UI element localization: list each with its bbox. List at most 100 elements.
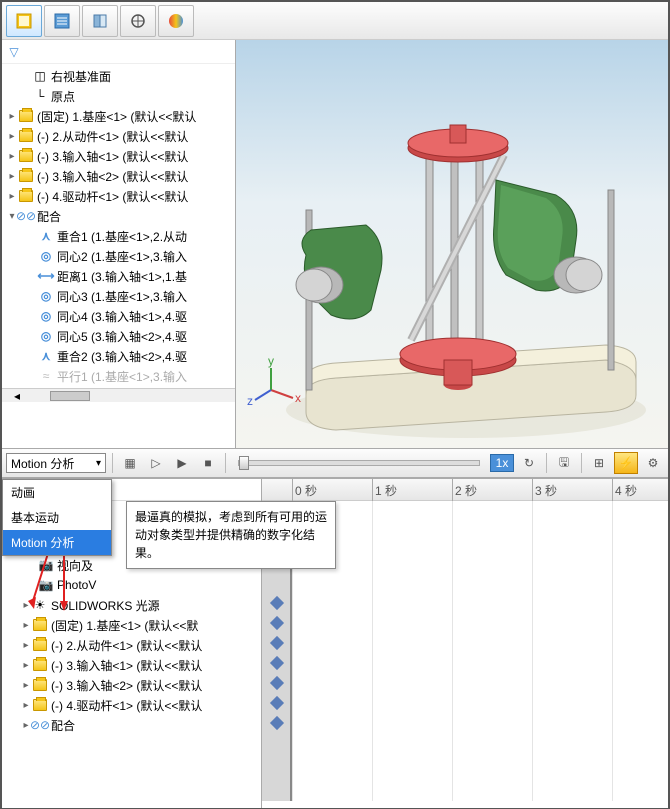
tree-label: (-) 3.输入轴<1> (默认<<默认 (51, 657, 202, 674)
time-tick: 0 秒 (292, 479, 317, 501)
feature-tree: ◫右视基准面 └原点 ▸(固定) 1.基座<1> (默认<<默认 ▸(-) 2.… (2, 64, 235, 388)
slider-thumb[interactable] (239, 456, 249, 470)
camera-icon: 📷 (38, 557, 54, 573)
tree-part[interactable]: ▸(固定) 1.基座<1> (默认<<默 (2, 615, 261, 635)
tree-mates-folder[interactable]: ▾⊘⊘配合 (2, 206, 235, 226)
loop-button[interactable]: ↻ (518, 452, 540, 474)
tree-label: 距离1 (3.输入轴<1>,1.基 (57, 268, 187, 285)
tooltip-text: 最逼真的模拟，考虑到所有可用的运动对象类型并提供精确的数字化结果。 (135, 510, 327, 560)
part-icon (18, 128, 34, 144)
time-tick: 1 秒 (372, 479, 397, 501)
camera-icon: 📷 (38, 577, 54, 593)
run-calc-button[interactable]: ⚡ (614, 452, 638, 474)
play-button[interactable]: ▶ (171, 452, 193, 474)
tree-origin[interactable]: └原点 (2, 86, 235, 106)
tab-property-manager[interactable] (44, 5, 80, 37)
tree-label: (固定) 1.基座<1> (默认<<默 (51, 617, 198, 634)
tree-label: (-) 3.输入轴<1> (默认<<默认 (37, 148, 188, 165)
concentric-icon: ◎ (38, 328, 54, 344)
tree-label: 同心5 (3.输入轴<2>,4.驱 (57, 328, 187, 345)
tree-label: 右视基准面 (51, 68, 111, 85)
tree-mate[interactable]: ◎同心4 (3.输入轴<1>,4.驱 (2, 306, 235, 326)
study-type-label: Motion 分析 (11, 455, 74, 472)
tree-mate[interactable]: ◎同心2 (1.基座<1>,3.输入 (2, 246, 235, 266)
tree-mate-suppressed[interactable]: ≈平行1 (1.基座<1>,3.输入 (2, 366, 235, 386)
part-icon (32, 697, 48, 713)
tree-mate[interactable]: ◎同心5 (3.输入轴<2>,4.驱 (2, 326, 235, 346)
tree-mate[interactable]: ⟷距离1 (3.输入轴<1>,1.基 (2, 266, 235, 286)
part-icon (32, 657, 48, 673)
menu-item-motion-analysis[interactable]: Motion 分析 (3, 530, 111, 555)
tab-feature-tree[interactable] (6, 5, 42, 37)
tree-label: 同心4 (3.输入轴<1>,4.驱 (57, 308, 187, 325)
time-tick: 4 秒 (612, 479, 637, 501)
study-type-tooltip: 最逼真的模拟，考虑到所有可用的运动对象类型并提供精确的数字化结果。 (126, 501, 336, 569)
tree-horizontal-scrollbar[interactable]: ◂ (2, 388, 235, 402)
tree-part[interactable]: ▸(固定) 1.基座<1> (默认<<默认 (2, 106, 235, 126)
menu-item-animation[interactable]: 动画 (3, 480, 111, 505)
tree-label: 平行1 (1.基座<1>,3.输入 (57, 368, 187, 385)
tree-part[interactable]: ▸(-) 4.驱动杆<1> (默认<<默认 (2, 186, 235, 206)
parallel-icon: ≈ (38, 368, 54, 384)
play-start-button[interactable]: ▷ (145, 452, 167, 474)
tree-part[interactable]: ▸(-) 3.输入轴<1> (默认<<默认 (2, 655, 261, 675)
scrollbar-thumb[interactable] (50, 391, 90, 401)
concentric-icon: ◎ (38, 308, 54, 324)
part-icon (32, 637, 48, 653)
tree-lights[interactable]: ▸☀SOLIDWORKS 光源 (2, 595, 261, 615)
timeline-ruler[interactable]: 0 秒 1 秒 2 秒 3 秒 4 秒 (262, 479, 668, 501)
tree-part[interactable]: ▸(-) 4.驱动杆<1> (默认<<默认 (2, 695, 261, 715)
tree-photoview[interactable]: 📷PhotoV (2, 575, 261, 595)
tree-label: (-) 4.驱动杆<1> (默认<<默认 (37, 188, 188, 205)
tree-label: (固定) 1.基座<1> (默认<<默认 (37, 108, 196, 125)
tree-label: (-) 4.驱动杆<1> (默认<<默认 (51, 697, 202, 714)
motion-element-button[interactable]: ⊞ (588, 452, 610, 474)
save-animation-button[interactable]: 🖫 (553, 452, 575, 474)
filter-icon[interactable]: ▽ (6, 44, 22, 60)
tree-label: 原点 (51, 88, 75, 105)
mates-icon: ⊘⊘ (32, 717, 48, 733)
part-icon (18, 108, 34, 124)
tree-part[interactable]: ▸(-) 2.从动件<1> (默认<<默认 (2, 635, 261, 655)
tree-part[interactable]: ▸(-) 3.输入轴<2> (默认<<默认 (2, 166, 235, 186)
menu-item-basic-motion[interactable]: 基本运动 (3, 505, 111, 530)
distance-icon: ⟷ (38, 268, 54, 284)
tree-part[interactable]: ▸(-) 2.从动件<1> (默认<<默认 (2, 126, 235, 146)
plane-icon: ◫ (32, 68, 48, 84)
tab-appearance-manager[interactable] (158, 5, 194, 37)
tree-mate[interactable]: ⋏重合1 (1.基座<1>,2.从动 (2, 226, 235, 246)
tab-display-manager[interactable] (120, 5, 156, 37)
time-tick: 2 秒 (452, 479, 477, 501)
tree-mate[interactable]: ⋏重合2 (3.输入轴<2>,4.驱 (2, 346, 235, 366)
tree-label: (-) 3.输入轴<2> (默认<<默认 (51, 677, 202, 694)
tree-label: 同心3 (1.基座<1>,3.输入 (57, 288, 187, 305)
playback-slider[interactable] (238, 460, 480, 466)
tree-plane[interactable]: ◫右视基准面 (2, 66, 235, 86)
part-icon (18, 168, 34, 184)
tree-label: 同心2 (1.基座<1>,3.输入 (57, 248, 187, 265)
coincident-icon: ⋏ (38, 228, 54, 244)
playback-speed[interactable]: 1x (490, 454, 514, 472)
study-type-dropdown[interactable]: Motion 分析 (6, 453, 106, 473)
3d-viewport[interactable]: x y z (236, 40, 668, 448)
tab-config-manager[interactable] (82, 5, 118, 37)
tree-mate[interactable]: ◎同心3 (1.基座<1>,3.输入 (2, 286, 235, 306)
part-icon (32, 617, 48, 633)
model-rendering: x y z (236, 40, 668, 448)
tree-part[interactable]: ▸(-) 3.输入轴<1> (默认<<默认 (2, 146, 235, 166)
calculate-button[interactable]: ▦ (119, 452, 141, 474)
tree-filter-row: ▽ (2, 40, 235, 64)
lights-icon: ☀ (32, 597, 48, 613)
tree-label: 配合 (51, 717, 75, 734)
tree-label: (-) 2.从动件<1> (默认<<默认 (37, 128, 188, 145)
part-icon (18, 188, 34, 204)
settings-button[interactable]: ⚙ (642, 452, 664, 474)
stop-button[interactable]: ■ (197, 452, 219, 474)
tree-part[interactable]: ▸(-) 3.输入轴<2> (默认<<默认 (2, 675, 261, 695)
coincident-icon: ⋏ (38, 348, 54, 364)
concentric-icon: ◎ (38, 288, 54, 304)
time-tick: 3 秒 (532, 479, 557, 501)
tree-label: 视向及 (57, 557, 93, 574)
tree-mates[interactable]: ▸⊘⊘配合 (2, 715, 261, 735)
motion-tree-panel: ▽ ▽ ▽ ▽ ▽ 动画 基本运动 Motion 分析 最逼真的模拟，考虑到所有… (2, 479, 262, 808)
